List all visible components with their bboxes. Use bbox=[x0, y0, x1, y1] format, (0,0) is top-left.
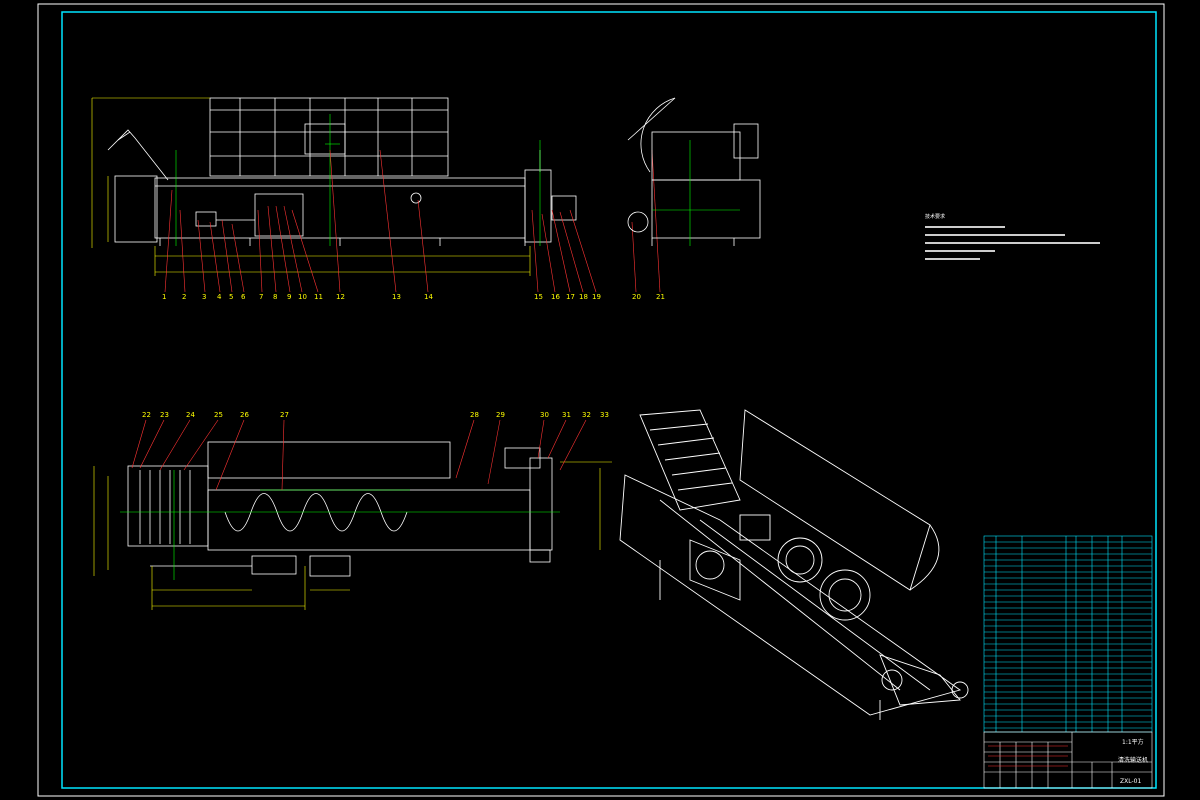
callout-13: 13 bbox=[392, 293, 401, 301]
parts-list-table bbox=[983, 535, 1153, 733]
callout-28: 28 bbox=[470, 411, 479, 419]
callout-29: 29 bbox=[496, 411, 505, 419]
callout-17: 17 bbox=[566, 293, 575, 301]
scale-note: 1:1平方 bbox=[1122, 738, 1144, 746]
callout-32: 32 bbox=[582, 411, 591, 419]
tech-requirements-title: 技术要求 bbox=[925, 213, 945, 220]
callout-18: 18 bbox=[579, 293, 588, 301]
callout-16: 16 bbox=[551, 293, 560, 301]
front-elevation-leaders bbox=[164, 149, 661, 293]
drawing-number: ZXL-01 bbox=[1120, 778, 1141, 785]
callout-25: 25 bbox=[214, 411, 223, 419]
side-view-centerlines bbox=[652, 140, 740, 246]
callout-10: 10 bbox=[298, 293, 307, 301]
inner-frame bbox=[61, 11, 1157, 789]
front-elevation-view bbox=[107, 97, 577, 246]
callout-23: 23 bbox=[160, 411, 169, 419]
callout-31: 31 bbox=[562, 411, 571, 419]
callout-7: 7 bbox=[259, 293, 263, 301]
plan-view-leaders bbox=[131, 419, 587, 491]
callout-19: 19 bbox=[592, 293, 601, 301]
tech-note-line-2 bbox=[925, 234, 1065, 236]
technical-notes: 技术要求 bbox=[925, 213, 1100, 260]
outer-frame bbox=[37, 3, 1165, 797]
isometric-view bbox=[619, 409, 969, 720]
callout-22: 22 bbox=[142, 411, 151, 419]
callout-8: 8 bbox=[273, 293, 277, 301]
tech-note-line-3 bbox=[925, 242, 1100, 244]
drawing-title: 清洗输送机 bbox=[1118, 756, 1148, 764]
callout-3: 3 bbox=[202, 293, 206, 301]
callout-20: 20 bbox=[632, 293, 641, 301]
callout-33: 33 bbox=[600, 411, 609, 419]
callout-27: 27 bbox=[280, 411, 289, 419]
tech-note-line-1 bbox=[925, 226, 1005, 228]
plan-callout-labels: 22 23 24 25 26 27 28 29 30 31 32 33 bbox=[142, 411, 609, 419]
callout-21: 21 bbox=[656, 293, 665, 301]
callout-9: 9 bbox=[287, 293, 291, 301]
callout-24: 24 bbox=[186, 411, 195, 419]
callout-11: 11 bbox=[314, 293, 323, 301]
plan-view bbox=[127, 441, 553, 577]
tech-note-line-4 bbox=[925, 250, 995, 252]
cad-drawing-sheet: 1 2 3 4 5 6 7 8 9 10 11 12 13 14 15 16 1… bbox=[37, 3, 1165, 797]
callout-6: 6 bbox=[241, 293, 246, 301]
callout-26: 26 bbox=[240, 411, 249, 419]
front-elevation-centerlines bbox=[175, 114, 541, 246]
callout-30: 30 bbox=[540, 411, 549, 419]
callout-1: 1 bbox=[162, 293, 166, 301]
callout-5: 5 bbox=[229, 293, 233, 301]
front-callout-labels: 1 2 3 4 5 6 7 8 9 10 11 12 13 14 15 16 1… bbox=[162, 293, 665, 301]
callout-4: 4 bbox=[217, 293, 222, 301]
callout-12: 12 bbox=[336, 293, 345, 301]
tech-note-line-5 bbox=[925, 258, 980, 260]
side-view bbox=[627, 97, 761, 246]
front-elevation-dimensions bbox=[91, 97, 531, 276]
callout-2: 2 bbox=[182, 293, 186, 301]
plan-view-centerlines bbox=[120, 470, 560, 580]
callout-14: 14 bbox=[424, 293, 433, 301]
plan-view-dimensions bbox=[93, 461, 612, 610]
callout-15: 15 bbox=[534, 293, 543, 301]
